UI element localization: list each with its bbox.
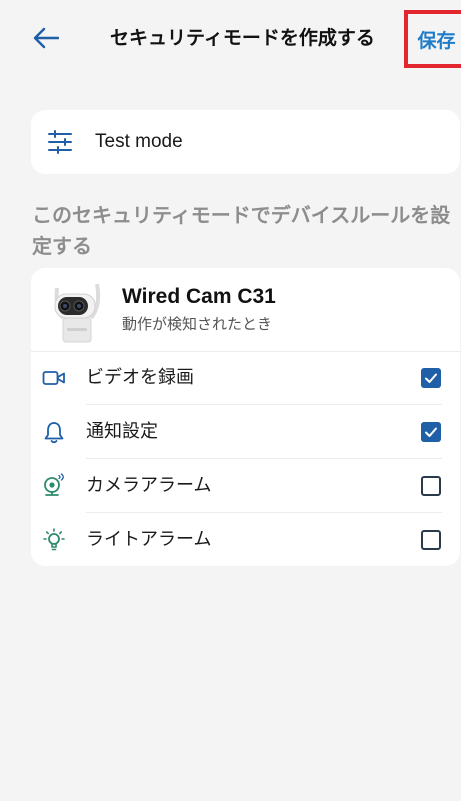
- rule-label: 通知設定: [86, 421, 158, 442]
- mode-name-value: Test mode: [95, 131, 183, 152]
- rule-label: ライトアラーム: [86, 529, 212, 550]
- back-button[interactable]: [30, 22, 62, 54]
- device-rule-card: Wired Cam C31 動作が検知されたとき ビデオを録画 通知設定 カメラ…: [31, 268, 460, 566]
- back-arrow-icon: [33, 27, 59, 49]
- rule-row-camera-alarm[interactable]: カメラアラーム: [31, 459, 460, 513]
- rule-row-notification[interactable]: 通知設定: [31, 405, 460, 459]
- rule-label: カメラアラーム: [86, 475, 212, 496]
- rule-label: ビデオを録画: [86, 367, 194, 388]
- device-name: Wired Cam C31: [122, 285, 276, 308]
- create-security-mode-screen: セキュリティモードを作成する 保存 Test mode このセキュリティモードで…: [0, 0, 461, 801]
- mode-name-field[interactable]: Test mode: [31, 110, 460, 174]
- save-button[interactable]: 保存: [404, 10, 461, 68]
- rule-row-light-alarm[interactable]: ライトアラーム: [31, 513, 460, 567]
- light-alarm-checkbox[interactable]: [421, 530, 441, 550]
- checkmark-icon: [425, 427, 437, 437]
- camera-device-image: [54, 283, 101, 343]
- video-camera-icon: [41, 365, 67, 391]
- device-header: Wired Cam C31 動作が検知されたとき: [31, 268, 460, 352]
- sliders-icon: [48, 130, 72, 154]
- bell-icon: [41, 419, 67, 445]
- light-bulb-icon: [41, 527, 67, 553]
- rule-row-record-video[interactable]: ビデオを録画: [31, 351, 460, 405]
- header-bar: セキュリティモードを作成する 保存: [0, 0, 461, 76]
- page-title: セキュリティモードを作成する: [110, 27, 375, 49]
- device-trigger: 動作が検知されたとき: [122, 315, 273, 333]
- notification-checkbox[interactable]: [421, 422, 441, 442]
- camera-alarm-checkbox[interactable]: [421, 476, 441, 496]
- checkmark-icon: [425, 373, 437, 383]
- camera-alarm-icon: [41, 473, 67, 499]
- save-button-label: 保存: [417, 29, 456, 52]
- section-label: このセキュリティモードでデバイスルールを設定する: [32, 203, 451, 258]
- record-video-checkbox[interactable]: [421, 368, 441, 388]
